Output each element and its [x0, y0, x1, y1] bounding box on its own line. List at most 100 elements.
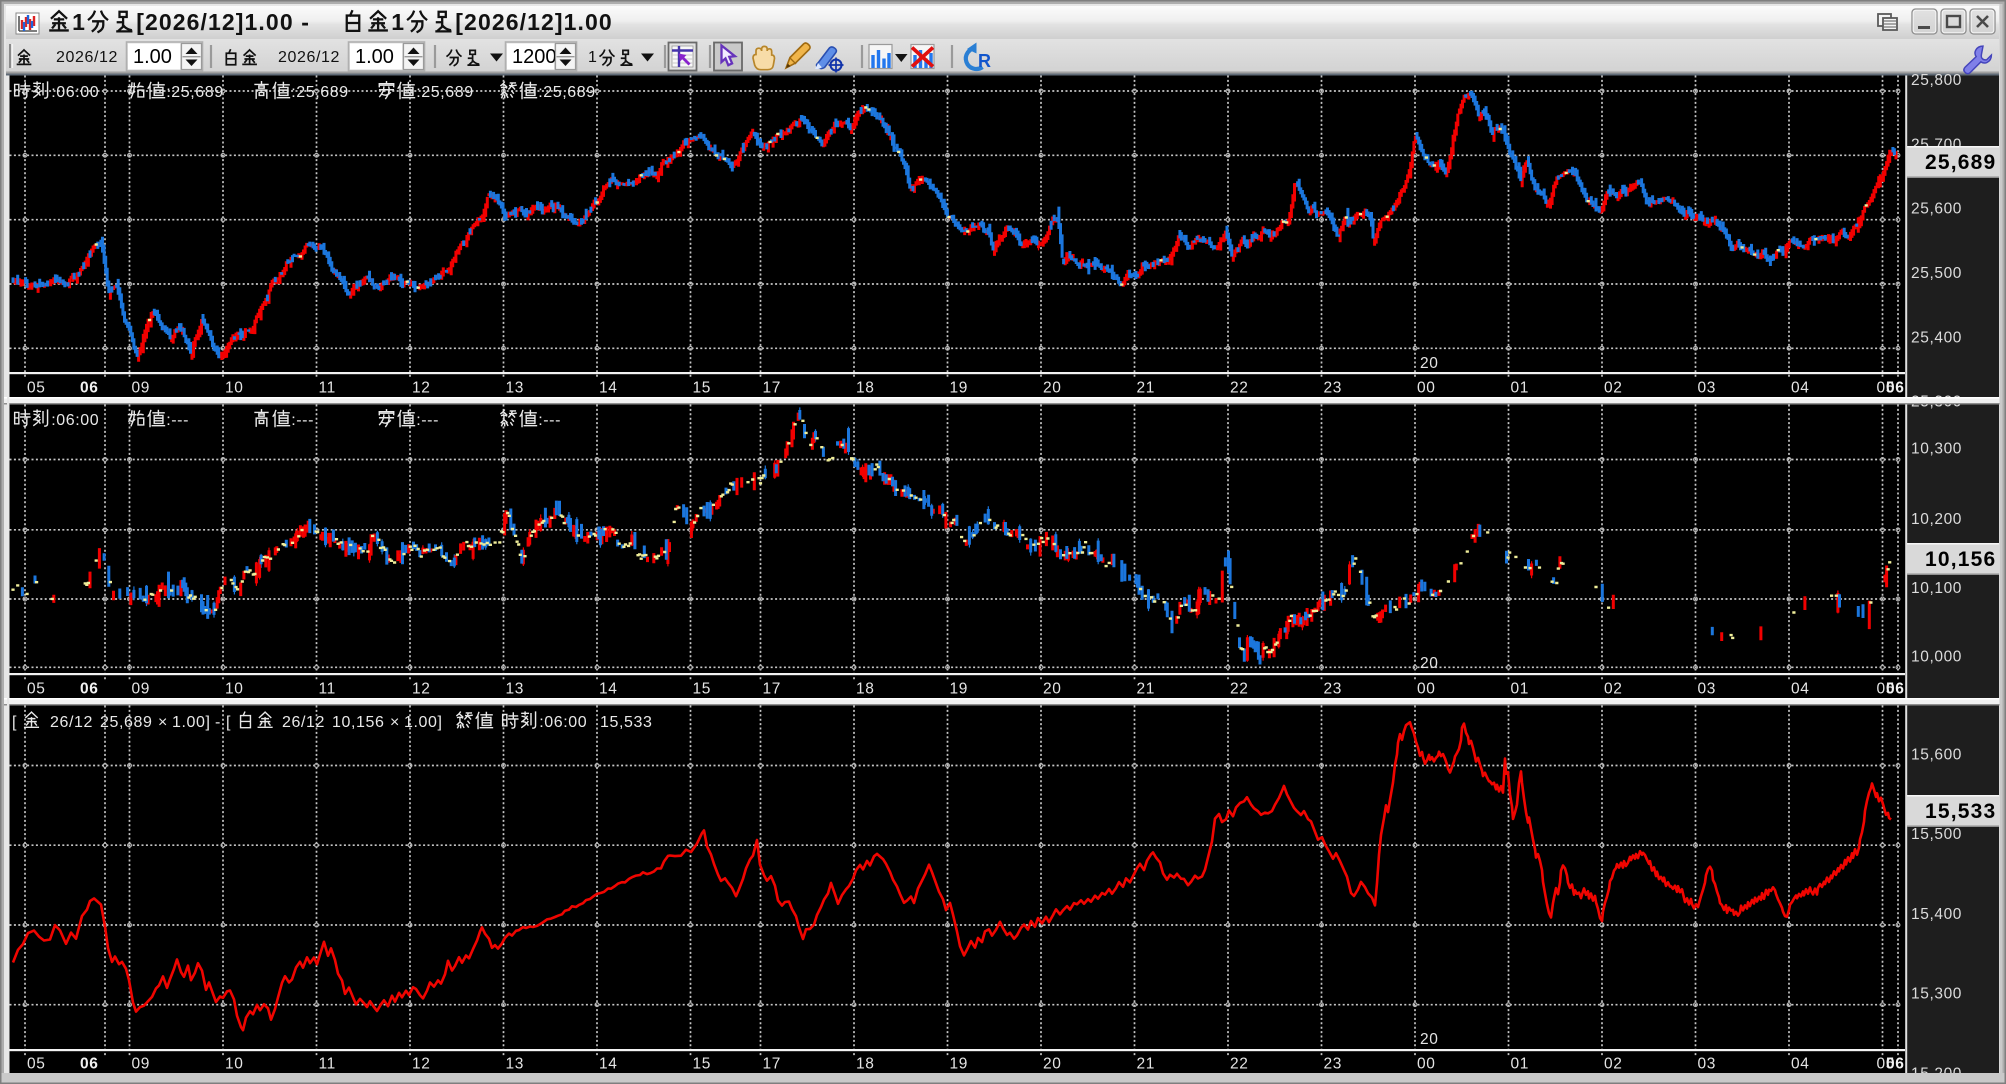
svg-text:25,600: 25,600 [1911, 201, 1962, 218]
svg-text:×: × [390, 714, 400, 731]
svg-text:14: 14 [599, 380, 617, 397]
svg-text:17: 17 [763, 1056, 781, 1073]
svg-text::---: :--- [416, 412, 439, 429]
svg-text:10,000: 10,000 [1911, 648, 1962, 665]
svg-text:10: 10 [225, 1056, 243, 1073]
svg-text:14: 14 [599, 1056, 617, 1073]
svg-text:09: 09 [132, 1056, 150, 1073]
svg-text:06: 06 [1886, 1056, 1904, 1073]
svg-text::25,689: :25,689 [166, 84, 224, 101]
svg-text:23: 23 [1324, 681, 1342, 698]
svg-text:05: 05 [27, 1056, 45, 1073]
svg-text:-: - [215, 714, 221, 731]
svg-text:17: 17 [763, 380, 781, 397]
svg-text::25,689: :25,689 [291, 84, 349, 101]
svg-text:01: 01 [1511, 380, 1529, 397]
svg-text:05: 05 [27, 681, 45, 698]
svg-text:21: 21 [1137, 1056, 1155, 1073]
svg-text:01: 01 [1511, 681, 1529, 698]
svg-text:15,600: 15,600 [1911, 747, 1962, 764]
svg-text:[2026/12]1.00 -: [2026/12]1.00 - [136, 9, 310, 35]
svg-text:02: 02 [1604, 1056, 1622, 1073]
svg-text:1.00]: 1.00] [404, 714, 443, 731]
svg-text:13: 13 [506, 1056, 524, 1073]
svg-text:06: 06 [1886, 681, 1904, 698]
svg-text:21: 21 [1137, 681, 1155, 698]
svg-text:18: 18 [856, 380, 874, 397]
svg-text:22: 22 [1230, 1056, 1248, 1073]
svg-text:1.00: 1.00 [133, 46, 172, 68]
svg-text:R: R [978, 51, 991, 71]
svg-text:25,689: 25,689 [100, 714, 153, 731]
svg-text:12: 12 [412, 681, 430, 698]
svg-text:06: 06 [80, 1056, 98, 1073]
svg-text:23: 23 [1324, 1056, 1342, 1073]
svg-text:15: 15 [693, 1056, 711, 1073]
svg-text:20: 20 [1420, 655, 1438, 672]
svg-text:05: 05 [27, 380, 45, 397]
svg-text:19: 19 [950, 380, 968, 397]
svg-text::---: :--- [291, 412, 314, 429]
svg-text::---: :--- [538, 412, 561, 429]
svg-text:06: 06 [80, 380, 98, 397]
svg-text:09: 09 [132, 681, 150, 698]
svg-text:04: 04 [1791, 1056, 1809, 1073]
svg-text:10,156: 10,156 [1925, 548, 1996, 571]
svg-text:2026/12: 2026/12 [56, 49, 118, 66]
svg-text:1: 1 [72, 9, 86, 35]
svg-text:25,689: 25,689 [1925, 151, 1996, 174]
svg-text::06:00: :06:00 [539, 714, 587, 731]
svg-text:10,200: 10,200 [1911, 511, 1962, 528]
svg-text:11: 11 [319, 681, 336, 698]
svg-text:25,500: 25,500 [1911, 265, 1962, 282]
svg-text:20: 20 [1043, 681, 1061, 698]
svg-text:1: 1 [391, 9, 405, 35]
svg-text:15,500: 15,500 [1911, 826, 1962, 843]
svg-text:1200: 1200 [512, 46, 557, 68]
svg-text:22: 22 [1230, 681, 1248, 698]
svg-text:06: 06 [80, 681, 98, 698]
svg-text:15,533: 15,533 [1925, 800, 1996, 823]
svg-text:23: 23 [1324, 380, 1342, 397]
svg-text:20: 20 [1043, 380, 1061, 397]
svg-text:11: 11 [319, 1056, 336, 1073]
svg-text:12: 12 [412, 380, 430, 397]
svg-text:10,300: 10,300 [1911, 441, 1962, 458]
svg-text:13: 13 [506, 681, 524, 698]
svg-text:10: 10 [225, 380, 243, 397]
svg-text:10,100: 10,100 [1911, 580, 1962, 597]
svg-text:01: 01 [1511, 1056, 1529, 1073]
svg-text:2026/12: 2026/12 [278, 49, 340, 66]
svg-text:1.00: 1.00 [355, 46, 394, 68]
svg-text:03: 03 [1698, 681, 1716, 698]
svg-text:03: 03 [1698, 1056, 1716, 1073]
svg-text:13: 13 [506, 380, 524, 397]
svg-text:02: 02 [1604, 380, 1622, 397]
svg-text:25,400: 25,400 [1911, 329, 1962, 346]
svg-text:06: 06 [1886, 380, 1904, 397]
svg-text:20: 20 [1420, 355, 1438, 372]
svg-text:×: × [158, 714, 168, 731]
svg-text:21: 21 [1137, 380, 1155, 397]
svg-text:12: 12 [412, 1056, 430, 1073]
svg-text:02: 02 [1604, 681, 1622, 698]
svg-text:00: 00 [1417, 1056, 1435, 1073]
svg-text::25,689: :25,689 [416, 84, 474, 101]
svg-text:20: 20 [1420, 1031, 1438, 1048]
svg-text:00: 00 [1417, 681, 1435, 698]
svg-text:10,156: 10,156 [332, 714, 385, 731]
svg-text:11: 11 [319, 380, 336, 397]
svg-text:22: 22 [1230, 380, 1248, 397]
svg-text:[2026/12]1.00: [2026/12]1.00 [455, 9, 613, 35]
svg-text:15: 15 [693, 681, 711, 698]
svg-text:26/12: 26/12 [50, 714, 93, 731]
svg-text:19: 19 [950, 681, 968, 698]
svg-text:[: [ [226, 714, 231, 731]
svg-text:25,800: 25,800 [1911, 72, 1962, 89]
svg-text:1: 1 [588, 49, 598, 66]
svg-text:19: 19 [950, 1056, 968, 1073]
svg-text:15: 15 [693, 380, 711, 397]
svg-text:15,400: 15,400 [1911, 906, 1962, 923]
svg-text:18: 18 [856, 681, 874, 698]
svg-text:15,533: 15,533 [600, 714, 653, 731]
